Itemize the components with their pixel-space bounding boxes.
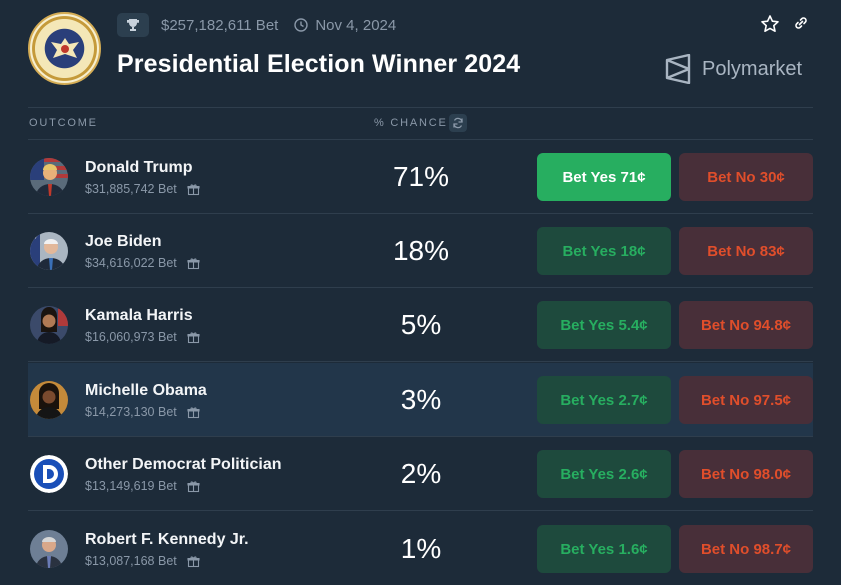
polymarket-logo-icon bbox=[665, 54, 691, 84]
polymarket-logo[interactable]: Polymarket bbox=[664, 54, 802, 84]
outcome-volume: $14,273,130 Bet bbox=[85, 405, 200, 419]
outcome-volume: $13,087,168 Bet bbox=[85, 554, 200, 568]
avatar bbox=[30, 530, 68, 568]
market-header: $257,182,611 Bet Nov 4, 2024 Presidentia… bbox=[0, 0, 841, 108]
gift-icon[interactable] bbox=[187, 406, 200, 419]
header-divider bbox=[28, 107, 813, 108]
bet-no-button[interactable]: Bet No 97.5¢ bbox=[679, 376, 813, 424]
link-icon[interactable] bbox=[792, 14, 810, 39]
refresh-icon[interactable] bbox=[449, 114, 467, 132]
outcome-volume-text: $31,885,742 Bet bbox=[85, 182, 177, 196]
outcome-name[interactable]: Robert F. Kennedy Jr. bbox=[85, 531, 249, 549]
star-icon[interactable] bbox=[760, 14, 780, 39]
outcome-volume-text: $13,087,168 Bet bbox=[85, 554, 177, 568]
outcome-volume-text: $16,060,973 Bet bbox=[85, 330, 177, 344]
outcome-column-header: OUTCOME bbox=[29, 117, 98, 129]
outcome-chance: 5% bbox=[400, 309, 442, 340]
outcome-name[interactable]: Other Democrat Politician bbox=[85, 456, 282, 474]
table-row: Donald Trump $31,885,742 Bet 71% Bet Yes… bbox=[28, 140, 813, 214]
market-meta: $257,182,611 Bet Nov 4, 2024 bbox=[117, 12, 396, 38]
bet-no-button[interactable]: Bet No 30¢ bbox=[679, 153, 813, 201]
democrat-logo-icon bbox=[30, 455, 68, 493]
gift-icon[interactable] bbox=[187, 555, 200, 568]
outcome-name[interactable]: Donald Trump bbox=[85, 159, 193, 177]
page-title: Presidential Election Winner 2024 bbox=[117, 50, 521, 78]
outcome-chance: 2% bbox=[400, 458, 442, 489]
row-divider bbox=[28, 510, 813, 511]
gift-icon[interactable] bbox=[187, 331, 200, 344]
bet-yes-button[interactable]: Bet Yes 18¢ bbox=[537, 227, 671, 275]
row-divider bbox=[28, 361, 813, 362]
bet-no-button[interactable]: Bet No 98.7¢ bbox=[679, 525, 813, 573]
table-row: Michelle Obama $14,273,130 Bet 3% Bet Ye… bbox=[28, 363, 813, 437]
outcome-name[interactable]: Michelle Obama bbox=[85, 382, 207, 400]
bet-yes-button[interactable]: Bet Yes 1.6¢ bbox=[537, 525, 671, 573]
avatar bbox=[30, 306, 68, 344]
outcome-volume: $31,885,742 Bet bbox=[85, 182, 200, 196]
outcome-chance: 18% bbox=[392, 235, 450, 266]
outcome-name[interactable]: Joe Biden bbox=[85, 233, 161, 251]
outcome-volume-text: $34,616,022 Bet bbox=[85, 256, 177, 270]
table-row: Joe Biden $34,616,022 Bet 18% Bet Yes 18… bbox=[28, 214, 813, 288]
bet-yes-button[interactable]: Bet Yes 5.4¢ bbox=[537, 301, 671, 349]
bet-no-button[interactable]: Bet No 94.8¢ bbox=[679, 301, 813, 349]
bet-no-button[interactable]: Bet No 98.0¢ bbox=[679, 450, 813, 498]
gift-icon[interactable] bbox=[187, 257, 200, 270]
table-row: Other Democrat Politician $13,149,619 Be… bbox=[28, 437, 813, 511]
trophy-icon bbox=[117, 13, 149, 37]
outcome-chance: 1% bbox=[400, 533, 442, 564]
avatar bbox=[30, 232, 68, 270]
outcome-volume: $34,616,022 Bet bbox=[85, 256, 200, 270]
bet-yes-button[interactable]: Bet Yes 71¢ bbox=[537, 153, 671, 201]
table-row: Kamala Harris $16,060,973 Bet 5% Bet Yes… bbox=[28, 288, 813, 362]
market-end-date: Nov 4, 2024 bbox=[315, 16, 397, 34]
chance-column-header: % CHANCE bbox=[374, 117, 448, 129]
market-volume: $257,182,611 Bet bbox=[161, 16, 279, 34]
outcome-chance: 71% bbox=[392, 161, 450, 192]
market-actions bbox=[760, 14, 810, 39]
bet-no-button[interactable]: Bet No 83¢ bbox=[679, 227, 813, 275]
outcome-name[interactable]: Kamala Harris bbox=[85, 307, 193, 325]
table-row: Robert F. Kennedy Jr. $13,087,168 Bet 1%… bbox=[28, 512, 813, 585]
brand-name: Polymarket bbox=[702, 57, 803, 80]
outcome-volume: $13,149,619 Bet bbox=[85, 479, 200, 493]
outcome-chance: 3% bbox=[400, 384, 442, 415]
clock-icon bbox=[294, 18, 309, 32]
bet-yes-button[interactable]: Bet Yes 2.7¢ bbox=[537, 376, 671, 424]
bet-yes-button[interactable]: Bet Yes 2.6¢ bbox=[537, 450, 671, 498]
gift-icon[interactable] bbox=[187, 183, 200, 196]
outcome-volume: $16,060,973 Bet bbox=[85, 330, 200, 344]
gift-icon[interactable] bbox=[187, 480, 200, 493]
outcome-volume-text: $13,149,619 Bet bbox=[85, 479, 177, 493]
presidential-seal-image bbox=[28, 12, 101, 85]
avatar bbox=[30, 381, 68, 419]
avatar bbox=[30, 158, 68, 196]
outcome-volume-text: $14,273,130 Bet bbox=[85, 405, 177, 419]
eagle-icon bbox=[50, 37, 79, 58]
